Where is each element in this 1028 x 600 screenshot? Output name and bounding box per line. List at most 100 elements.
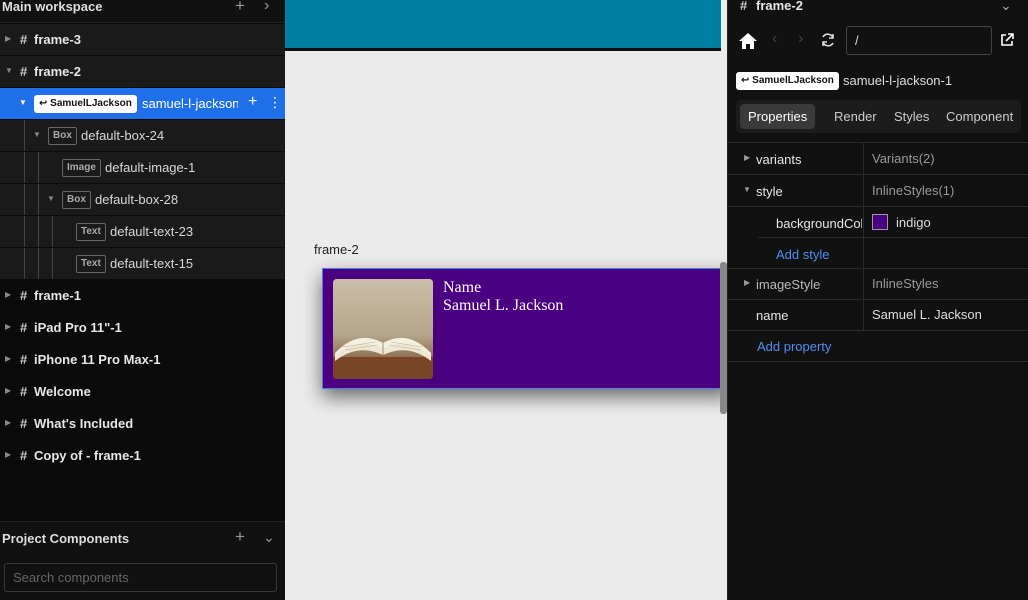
name-value-text[interactable]: Samuel L. Jackson xyxy=(443,297,563,315)
tree-item-label: iPad Pro 11"-1 xyxy=(34,320,122,335)
frame-hash-icon: # xyxy=(740,0,748,13)
image-type-badge: Image xyxy=(62,159,101,177)
property-row-imagestyle[interactable]: ▶ imageStyle InlineStyles xyxy=(728,268,1028,299)
design-canvas[interactable]: frame-2 Name Samuel L. Jackson xyxy=(285,0,727,600)
expand-arrow-icon[interactable]: ▶ xyxy=(5,290,13,299)
frame-hash-icon: # xyxy=(20,64,28,79)
color-swatch[interactable] xyxy=(872,214,888,230)
tree-item-label: default-image-1 xyxy=(105,160,196,175)
add-style-row: Add style xyxy=(728,238,1028,269)
tree-guide-line xyxy=(52,216,53,247)
external-link-icon[interactable] xyxy=(1000,33,1014,47)
tree-item-label: Welcome xyxy=(34,384,91,399)
tab-styles[interactable]: Styles xyxy=(886,104,937,129)
add-style-link[interactable]: Add style xyxy=(776,247,829,262)
tree-item-label: default-box-28 xyxy=(95,192,179,207)
component-badge-label: SamuelLJackson xyxy=(50,98,132,109)
add-component-icon[interactable]: + xyxy=(235,527,245,547)
collapse-arrow-icon[interactable]: ▼ xyxy=(19,98,27,107)
expand-arrow-icon[interactable]: ▶ xyxy=(744,278,750,287)
home-icon[interactable] xyxy=(738,31,758,51)
frame-hash-icon: # xyxy=(20,416,28,431)
component-badge[interactable]: ↩ SamuelLJackson xyxy=(736,72,839,90)
tree-item-label: frame-2 xyxy=(34,64,81,79)
expand-arrow-icon[interactable]: ▶ xyxy=(744,153,750,162)
expand-arrow-icon[interactable]: ▶ xyxy=(5,418,13,427)
frame-label[interactable]: frame-2 xyxy=(314,242,359,257)
component-badge-label: SamuelLJackson xyxy=(752,75,834,86)
collapse-arrow-icon[interactable]: ▼ xyxy=(33,130,41,139)
tree-item-default-text-15[interactable]: Text default-text-15 xyxy=(0,248,285,280)
more-options-icon[interactable]: ⋮ xyxy=(268,94,282,111)
inspector-panel: # frame-2 ⌄ ‹ › ↩ SamuelLJackson samuel-… xyxy=(727,0,1028,600)
tree-item-label: frame-1 xyxy=(34,288,81,303)
tree-item-label: iPhone 11 Pro Max-1 xyxy=(34,352,161,367)
property-row-variants[interactable]: ▶ variants Variants(2) xyxy=(728,143,1028,174)
tree-item-default-box-28[interactable]: ▼ Box default-box-28 xyxy=(0,184,285,216)
tree-item-copy-of-frame-1[interactable]: ▶ # Copy of - frame-1 xyxy=(0,440,285,472)
tree-item-welcome[interactable]: ▶ # Welcome xyxy=(0,376,285,408)
property-name: style xyxy=(756,184,783,199)
expand-arrow-icon[interactable]: ▶ xyxy=(5,322,13,331)
tree-item-default-box-24[interactable]: ▼ Box default-box-24 xyxy=(0,120,285,152)
instance-name: samuel-l-jackson-1 xyxy=(843,73,953,88)
tree-item-frame-3[interactable]: ▶ # frame-3 xyxy=(0,24,285,56)
chevron-down-icon[interactable]: ⌄ xyxy=(1000,0,1012,14)
tree-item-label: samuel-l-jackson-1 xyxy=(142,96,238,111)
property-row-style[interactable]: ▼ style InlineStyles(1) xyxy=(728,175,1028,206)
samuel-l-jackson-card[interactable]: Name Samuel L. Jackson xyxy=(322,268,727,389)
tree-item-frame-1[interactable]: ▶ # frame-1 xyxy=(0,280,285,312)
property-value[interactable]: indigo xyxy=(896,215,931,230)
component-badge: ↩ SamuelLJackson xyxy=(34,95,137,113)
canvas-scrollbar[interactable] xyxy=(720,262,727,414)
add-frame-icon[interactable]: + xyxy=(235,0,245,16)
refresh-icon[interactable] xyxy=(820,32,836,48)
tree-item-samuel-l-jackson-1[interactable]: ▼ ↩ SamuelLJackson samuel-l-jackson-1 + … xyxy=(0,88,285,120)
divider xyxy=(728,361,1028,362)
tab-component[interactable]: Component xyxy=(938,104,1021,129)
tree-item-default-text-23[interactable]: Text default-text-23 xyxy=(0,216,285,248)
book-image[interactable] xyxy=(333,279,433,379)
tab-properties[interactable]: Properties xyxy=(740,104,816,129)
collapse-arrow-icon[interactable]: ▼ xyxy=(5,66,13,75)
tree-item-default-image-1[interactable]: Image default-image-1 xyxy=(0,152,285,184)
property-value[interactable]: InlineStyles(1) xyxy=(872,183,954,198)
collapse-arrow-icon[interactable]: ▼ xyxy=(47,194,55,203)
expand-arrow-icon[interactable]: ▶ xyxy=(5,354,13,363)
frame-hash-icon: # xyxy=(20,352,28,367)
search-components-input[interactable] xyxy=(4,563,277,592)
chevron-right-icon[interactable]: › xyxy=(264,0,269,15)
url-input[interactable] xyxy=(846,26,992,55)
add-child-icon[interactable]: + xyxy=(248,93,257,111)
column-divider xyxy=(863,238,864,269)
tree-item-ipad-pro[interactable]: ▶ # iPad Pro 11"-1 xyxy=(0,312,285,344)
frame-3-preview[interactable] xyxy=(285,0,721,51)
inspector-title: frame-2 xyxy=(756,0,803,13)
property-row-backgroundcolor[interactable]: backgroundCol indigo xyxy=(728,207,1028,238)
property-value[interactable]: Variants(2) xyxy=(872,151,935,166)
back-arrow-icon[interactable]: ‹ xyxy=(772,30,777,48)
tree-item-whats-included[interactable]: ▶ # What's Included xyxy=(0,408,285,440)
tree-item-label: default-text-15 xyxy=(110,256,194,271)
chevron-down-icon[interactable]: ⌄ xyxy=(263,529,275,546)
forward-arrow-icon[interactable]: › xyxy=(798,30,803,48)
tree-item-label: default-text-23 xyxy=(110,224,194,239)
expand-arrow-icon[interactable]: ▶ xyxy=(5,34,13,43)
workspace-header: Main workspace + › xyxy=(0,0,285,23)
property-value[interactable]: InlineStyles xyxy=(872,276,938,291)
tree-item-frame-2[interactable]: ▼ # frame-2 xyxy=(0,56,285,88)
property-value[interactable]: Samuel L. Jackson xyxy=(872,307,982,322)
tab-render[interactable]: Render xyxy=(826,104,885,129)
name-label-text[interactable]: Name xyxy=(443,279,481,297)
property-row-name[interactable]: name Samuel L. Jackson xyxy=(728,299,1028,330)
expand-arrow-icon[interactable]: ▶ xyxy=(5,450,13,459)
navigator-panel: Main workspace + › ▶ # frame-3 ▼ # frame… xyxy=(0,0,285,600)
box-type-badge: Box xyxy=(62,191,91,209)
expand-arrow-icon[interactable]: ▶ xyxy=(5,386,13,395)
box-type-badge: Box xyxy=(48,127,77,145)
tree-guide-line xyxy=(38,248,39,279)
collapse-arrow-icon[interactable]: ▼ xyxy=(743,185,751,194)
add-property-link[interactable]: Add property xyxy=(757,339,831,354)
tree-item-iphone-11-pro-max[interactable]: ▶ # iPhone 11 Pro Max-1 xyxy=(0,344,285,376)
column-divider xyxy=(863,299,864,330)
